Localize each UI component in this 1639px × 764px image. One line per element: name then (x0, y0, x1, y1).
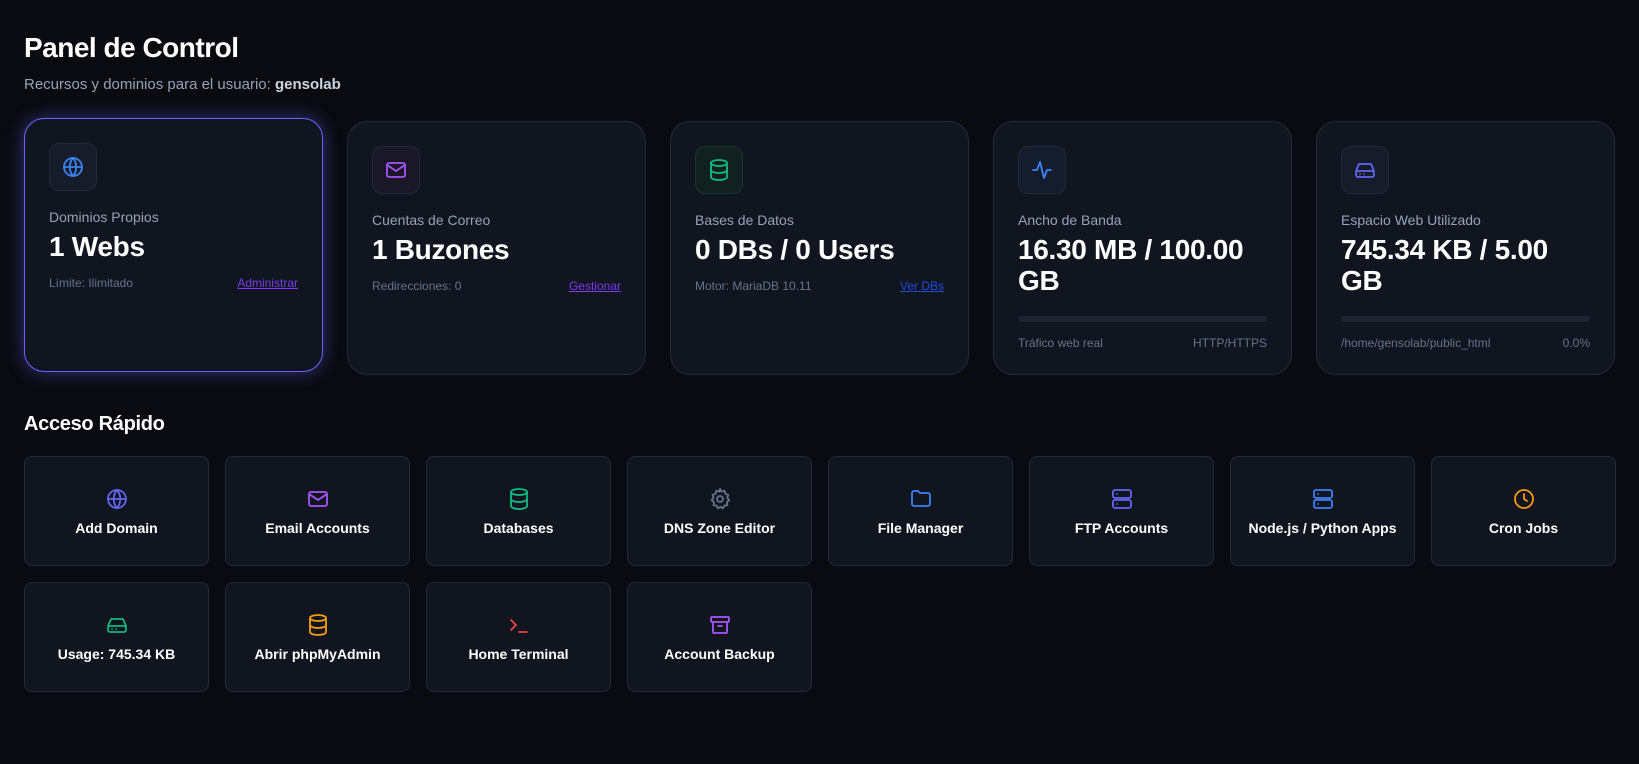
quick-access-label: FTP Accounts (1074, 520, 1169, 536)
bandwidth-progress-bar (1018, 316, 1267, 322)
mail-icon (305, 486, 331, 512)
gear-icon (707, 486, 733, 512)
manage-email-link[interactable]: Gestionar (569, 279, 621, 293)
card-label: Espacio Web Utilizado (1341, 212, 1481, 228)
quick-access-databases[interactable]: Databases (426, 456, 611, 566)
redirects-text: Redirecciones: 0 (372, 279, 462, 293)
stats-cards: Dominios Propios 1 Webs Límite: Ilimitad… (24, 118, 1615, 375)
server-icon (1310, 486, 1336, 512)
hard-drive-icon (104, 612, 130, 638)
clock-icon (1511, 486, 1537, 512)
card-footer: Tráfico web real HTTP/HTTPS (1018, 336, 1267, 350)
folder-icon (908, 486, 934, 512)
page-subtitle: Recursos y dominios para el usuario: gen… (24, 76, 1615, 93)
hard-drive-icon (1341, 146, 1389, 194)
engine-text: Motor: MariaDB 10.11 (695, 279, 812, 293)
subtitle-text: Recursos y dominios para el usuario: (24, 76, 271, 93)
quick-access-email-accounts[interactable]: Email Accounts (225, 456, 410, 566)
terminal-icon (506, 612, 532, 638)
quick-access-label: Usage: 745.34 KB (57, 646, 176, 662)
quick-access-label: Databases (483, 520, 554, 536)
card-footer: Redirecciones: 0 Gestionar (372, 279, 621, 293)
card-footer: /home/gensolab/public_html 0.0% (1341, 336, 1590, 350)
quick-access-abrir-phpmyadmin[interactable]: Abrir phpMyAdmin (225, 582, 410, 692)
disk-card[interactable]: Espacio Web Utilizado 745.34 KB / 5.00 G… (1316, 121, 1615, 375)
quick-access-cron-jobs[interactable]: Cron Jobs (1431, 456, 1616, 566)
activity-icon (1018, 146, 1066, 194)
quick-access-file-manager[interactable]: File Manager (828, 456, 1013, 566)
quick-access-home-terminal[interactable]: Home Terminal (426, 582, 611, 692)
quick-access-node-js-python-apps[interactable]: Node.js / Python Apps (1230, 456, 1415, 566)
quick-access-usage-745-34-kb[interactable]: Usage: 745.34 KB (24, 582, 209, 692)
path-text: /home/gensolab/public_html (1341, 336, 1491, 350)
view-dbs-link[interactable]: Ver DBs (900, 279, 944, 293)
quick-access-grid: Add Domain Email Accounts Databases DNS Zon… (24, 456, 1616, 692)
dashboard-page: Panel de Control Recursos y dominios par… (0, 0, 1639, 764)
protocol-text: HTTP/HTTPS (1193, 336, 1267, 350)
card-value: 1 Buzones (372, 234, 510, 265)
globe-icon (104, 486, 130, 512)
limit-text: Límite: Ilimitado (49, 276, 134, 290)
email-card[interactable]: Cuentas de Correo 1 Buzones Redireccione… (347, 121, 646, 375)
quick-access-ftp-accounts[interactable]: FTP Accounts (1029, 456, 1214, 566)
card-label: Ancho de Banda (1018, 212, 1122, 228)
databases-card[interactable]: Bases de Datos 0 DBs / 0 Users Motor: Ma… (670, 121, 969, 375)
quick-access-label: Account Backup (664, 646, 775, 662)
quick-access-label: Node.js / Python Apps (1248, 520, 1397, 536)
percent-text: 0.0% (1562, 336, 1590, 350)
globe-icon (49, 143, 97, 191)
page-title: Panel de Control (24, 32, 239, 63)
traffic-text: Tráfico web real (1018, 336, 1103, 350)
quick-access-dns-zone-editor[interactable]: DNS Zone Editor (627, 456, 812, 566)
quick-access-label: DNS Zone Editor (663, 520, 776, 536)
card-value: 745.34 KB / 5.00 GB (1341, 234, 1548, 296)
card-footer: Límite: Ilimitado Administrar (49, 276, 298, 290)
quick-access-label: Cron Jobs (1488, 520, 1559, 536)
quick-access-title: Acceso Rápido (24, 413, 165, 435)
quick-access-label: Add Domain (75, 520, 158, 536)
bandwidth-card[interactable]: Ancho de Banda 16.30 MB / 100.00 GB Tráf… (993, 121, 1292, 375)
quick-access-label: Email Accounts (265, 520, 370, 536)
database-icon (506, 486, 532, 512)
card-label: Bases de Datos (695, 212, 794, 228)
server-icon (1109, 486, 1135, 512)
card-label: Cuentas de Correo (372, 212, 491, 228)
quick-access-label: File Manager (877, 520, 964, 536)
database-icon (695, 146, 743, 194)
archive-icon (707, 612, 733, 638)
manage-domains-link[interactable]: Administrar (237, 276, 298, 290)
quick-access-account-backup[interactable]: Account Backup (627, 582, 812, 692)
card-label: Dominios Propios (49, 209, 159, 225)
quick-access-add-domain[interactable]: Add Domain (24, 456, 209, 566)
username: gensolab (274, 76, 341, 93)
mail-icon (372, 146, 420, 194)
card-value: 1 Webs (49, 231, 145, 262)
card-footer: Motor: MariaDB 10.11 Ver DBs (695, 279, 944, 293)
disk-progress-bar (1341, 316, 1590, 322)
quick-access-label: Home Terminal (468, 646, 569, 662)
domains-card[interactable]: Dominios Propios 1 Webs Límite: Ilimitad… (24, 118, 323, 372)
quick-access-label: Abrir phpMyAdmin (254, 646, 381, 662)
card-value: 0 DBs / 0 Users (695, 234, 895, 265)
database-icon (305, 612, 331, 638)
card-value: 16.30 MB / 100.00 GB (1018, 234, 1244, 296)
